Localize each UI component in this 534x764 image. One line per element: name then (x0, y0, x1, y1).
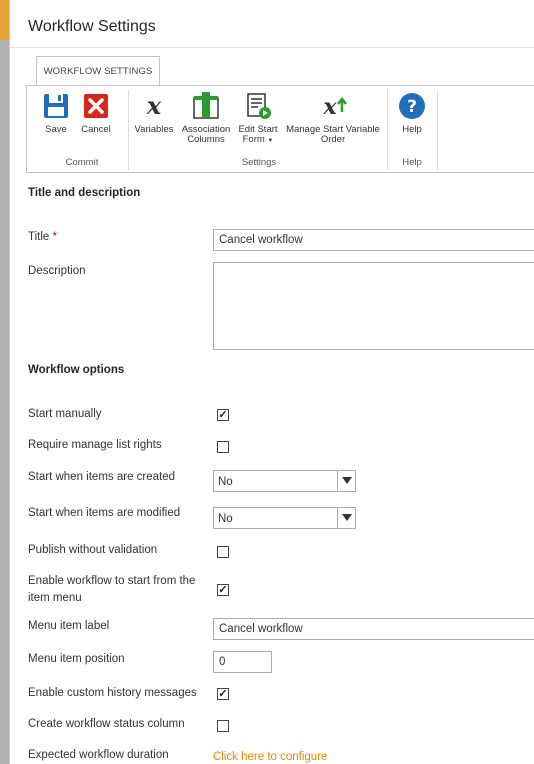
tab-workflow-settings[interactable]: WORKFLOW SETTINGS (36, 56, 160, 86)
section-workflow-options: Workflow options (28, 364, 125, 376)
title-label-text: Title (28, 231, 50, 243)
group-separator (128, 90, 129, 170)
svg-text:?: ? (407, 97, 417, 117)
cancel-label: Cancel (81, 124, 111, 135)
section-title-and-description: Title and description (28, 187, 141, 199)
start-when-created-value: No (218, 476, 233, 488)
workflow-settings-dialog: Workflow Settings WORKFLOW SETTINGS Save… (9, 0, 534, 764)
dropdown-arrow-icon: ▼ (267, 138, 274, 144)
start-when-modified-select[interactable]: No (213, 507, 356, 529)
expected-duration-label: Expected workflow duration (28, 749, 169, 761)
enable-item-menu-checkbox[interactable]: ✓ (217, 584, 229, 596)
manage-start-variable-order-button[interactable]: x Manage Start Variable Order (283, 92, 383, 145)
status-column-label: Create workflow status column (28, 718, 185, 730)
title-label: Title * (28, 229, 57, 246)
custom-history-checkbox[interactable]: ✓ (217, 688, 229, 700)
edit-start-form-label-2-wrap: Form ▼ (235, 135, 281, 146)
association-columns-label-2: Columns (187, 134, 225, 145)
group-separator (437, 90, 438, 170)
dialog-title: Workflow Settings (28, 18, 156, 35)
description-textarea[interactable] (213, 262, 534, 350)
configure-duration-link[interactable]: Click here to configure (213, 751, 327, 763)
help-label: Help (402, 124, 422, 135)
required-mark: * (52, 231, 57, 243)
group-label-settings: Settings (241, 157, 277, 168)
save-label: Save (45, 124, 67, 135)
variable-order-icon: x (322, 94, 347, 120)
save-button[interactable]: Save (41, 92, 71, 135)
cancel-icon (84, 94, 108, 118)
edit-start-form-label-2: Form (242, 134, 265, 145)
association-columns-button[interactable]: Association Columns (179, 92, 233, 145)
title-input[interactable]: Cancel workflow (213, 229, 534, 251)
cancel-button[interactable]: Cancel (79, 92, 113, 135)
require-manage-rights-checkbox[interactable] (217, 441, 229, 453)
publish-without-validation-checkbox[interactable] (217, 546, 229, 558)
group-separator (387, 90, 388, 170)
page-background (0, 40, 9, 764)
description-label: Description (28, 265, 86, 277)
help-button[interactable]: ? Help (397, 92, 427, 135)
chevron-down-icon[interactable] (337, 508, 355, 528)
start-manually-label: Start manually (28, 408, 102, 420)
menu-item-label-label: Menu item label (28, 620, 110, 632)
menu-item-position-input[interactable]: 0 (213, 651, 272, 673)
association-columns-icon (193, 92, 219, 119)
status-column-checkbox[interactable] (217, 720, 229, 732)
variables-button[interactable]: x Variables (131, 92, 177, 135)
edit-start-form-button[interactable]: Edit Start Form ▼ (235, 92, 281, 146)
save-icon (44, 94, 68, 118)
manage-start-variable-order-label-2: Order (320, 134, 346, 145)
start-when-created-label: Start when items are created (28, 471, 176, 483)
start-when-created-select[interactable]: No (213, 470, 356, 492)
variables-label: Variables (134, 124, 174, 135)
group-label-commit: Commit (65, 157, 99, 168)
enable-item-menu-label: Enable workflow to start from the item m… (28, 573, 195, 607)
publish-without-validation-label: Publish without validation (28, 544, 158, 556)
chevron-down-icon[interactable] (337, 471, 355, 491)
title-divider (10, 47, 534, 48)
enable-item-menu-label-line1: Enable workflow to start from the (28, 575, 196, 587)
variable-x-icon: x (146, 92, 162, 120)
edit-form-icon (247, 93, 271, 119)
menu-item-position-label: Menu item position (28, 653, 125, 665)
start-manually-checkbox[interactable]: ✓ (217, 409, 229, 421)
svg-text:x: x (146, 92, 162, 120)
enable-item-menu-label-line2: item menu (28, 592, 82, 604)
custom-history-label: Enable custom history messages (28, 687, 197, 699)
start-when-modified-value: No (218, 513, 233, 525)
group-label-help: Help (402, 157, 422, 168)
ribbon: Save Cancel Commit x Variables Associati… (26, 85, 534, 173)
start-when-modified-label: Start when items are modified (28, 507, 181, 519)
menu-item-label-input[interactable]: Cancel workflow (213, 618, 534, 640)
svg-text:x: x (322, 94, 337, 120)
help-icon: ? (399, 93, 425, 119)
require-manage-rights-label: Require manage list rights (28, 439, 162, 451)
